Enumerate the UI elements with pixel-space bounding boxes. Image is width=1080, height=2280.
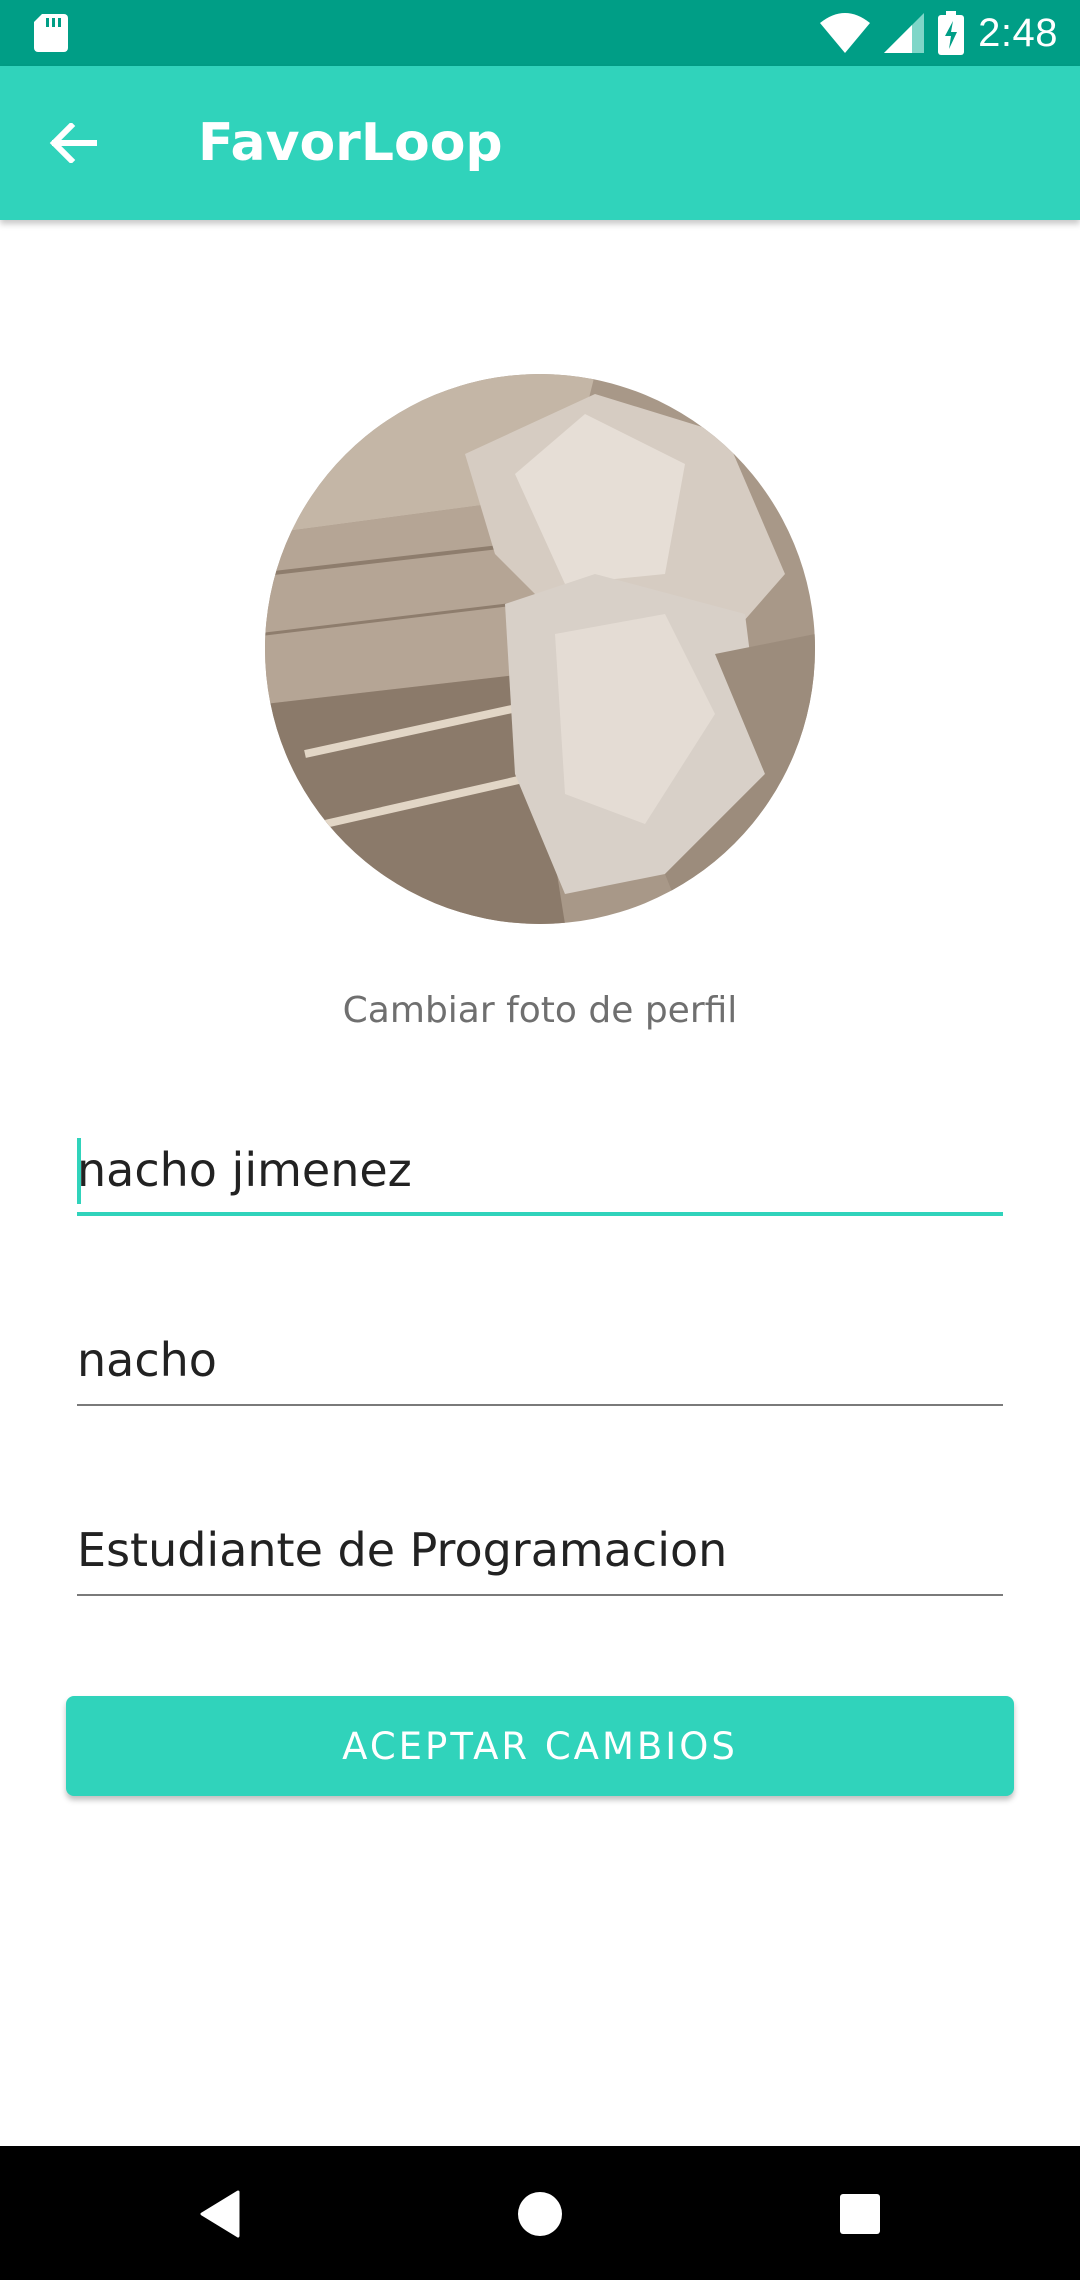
sd-card-icon [34,14,68,52]
name-field[interactable] [77,1130,1003,1216]
username-field-underline [77,1404,1003,1406]
nav-home-button[interactable] [502,2176,578,2252]
profile-photo [265,374,815,924]
status-time: 2:48 [978,10,1058,55]
nav-back-button[interactable] [182,2176,258,2252]
back-button[interactable] [36,106,110,180]
app-title: FavorLoop [198,113,503,173]
name-input[interactable] [77,1130,1003,1210]
bio-field-underline [77,1594,1003,1596]
system-nav-bar [0,2146,1080,2280]
status-bar: 2:48 [0,0,1080,66]
app-bar: FavorLoop [0,66,1080,220]
recents-square-icon [840,2194,880,2234]
accept-changes-button[interactable]: ACEPTAR CAMBIOS [66,1696,1014,1796]
nav-recents-button[interactable] [822,2176,898,2252]
bio-field[interactable] [77,1510,1003,1596]
change-photo-link[interactable]: Cambiar foto de perfil [0,990,1080,1031]
text-cursor [77,1138,81,1204]
battery-charging-icon [938,11,965,55]
signal-icon [884,13,925,53]
username-input[interactable] [77,1320,1003,1400]
bio-input[interactable] [77,1510,1003,1590]
profile-avatar[interactable] [265,374,815,924]
home-circle-icon [518,2192,562,2236]
name-field-underline [77,1212,1003,1216]
edit-profile-content: Cambiar foto de perfil ACEPTAR CAMBIOS [0,220,1080,2146]
status-icons: 2:48 [820,0,1058,66]
wifi-icon [820,13,871,53]
back-triangle-icon [200,2190,240,2238]
arrow-back-icon [49,123,97,163]
username-field[interactable] [77,1320,1003,1406]
